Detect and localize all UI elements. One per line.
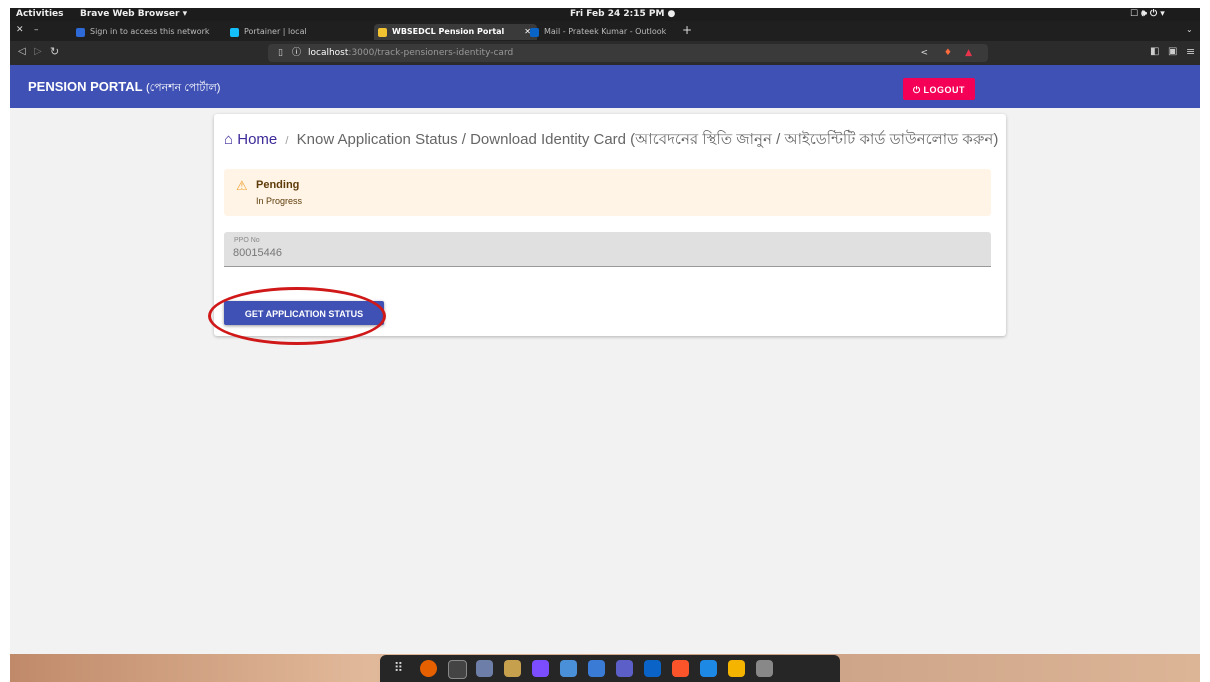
status-alert: ⚠ Pending In Progress: [224, 169, 991, 216]
sidebar-toggle-icon[interactable]: ◧: [1150, 46, 1159, 57]
brave-rewards-icon[interactable]: ▲: [965, 44, 972, 62]
tab-sign-in[interactable]: Sign in to access this network: [72, 24, 240, 40]
site-info-icon[interactable]: ⓘ: [292, 44, 301, 62]
clock[interactable]: Fri Feb 24 2:15 PM ●: [570, 8, 675, 21]
breadcrumb-home-link[interactable]: Home: [237, 131, 277, 148]
warning-icon: ⚠: [236, 178, 248, 193]
brand-title: PENSION PORTAL (পেনশন পোর্টাল): [28, 79, 221, 94]
software-icon[interactable]: [504, 660, 521, 677]
browser-tab-strip: ✕ – Sign in to access this network Porta…: [10, 21, 1200, 41]
trash-icon[interactable]: [756, 660, 773, 677]
system-top-bar: Activities Brave Web Browser ▾ Fri Feb 2…: [10, 8, 1200, 21]
portainer-favicon-icon: [230, 28, 239, 37]
vscode-icon[interactable]: [700, 660, 717, 677]
wallet-icon[interactable]: ▣: [1168, 46, 1177, 57]
ppo-number-field: PPO No: [224, 232, 991, 267]
ppo-input[interactable]: [233, 247, 533, 259]
minimize-window-icon[interactable]: –: [34, 25, 39, 35]
alert-title: Pending: [256, 179, 300, 191]
tab-list-chevron-icon[interactable]: ⌄: [1186, 25, 1193, 34]
files-icon[interactable]: [476, 660, 493, 677]
system-tray[interactable]: ☐ 🕪 ⏻ ▾: [1130, 8, 1165, 21]
highlight-circle-annotation: [208, 287, 386, 345]
app-menu[interactable]: Brave Web Browser ▾: [80, 8, 187, 21]
tab-outlook[interactable]: Mail - Prateek Kumar - Outlook: [526, 24, 694, 40]
logout-button[interactable]: ⏻ LOGOUT: [903, 78, 975, 100]
file-manager-icon[interactable]: [560, 660, 577, 677]
outlook-favicon-icon: [530, 28, 539, 37]
outlook-icon[interactable]: [644, 660, 661, 677]
network-favicon-icon: [76, 28, 85, 37]
firefox-icon[interactable]: [420, 660, 437, 677]
brave-icon[interactable]: [672, 660, 689, 677]
reload-icon[interactable]: ↻: [50, 45, 59, 58]
new-tab-button[interactable]: +: [682, 23, 692, 37]
menu-icon[interactable]: ≡: [1186, 45, 1195, 58]
terminal-icon[interactable]: [448, 660, 467, 679]
address-bar[interactable]: ▯ ⓘ localhost:3000/track-pensioners-iden…: [268, 44, 988, 62]
breadcrumb-separator: /: [285, 135, 289, 147]
close-window-icon[interactable]: ✕: [16, 25, 24, 35]
app-grid-icon[interactable]: ⠿: [390, 660, 407, 677]
dock: ⠿: [380, 655, 840, 682]
breadcrumb: ⌂ Home / Know Application Status / Downl…: [224, 128, 998, 153]
brave-shields-icon[interactable]: ♦: [944, 44, 952, 62]
tab-pension-portal[interactable]: WBSEDCL Pension Portal ✕: [374, 24, 537, 40]
app-header: PENSION PORTAL (পেনশন পোর্টাল) ⏻ LOGOUT: [10, 65, 1200, 108]
teams-icon[interactable]: [616, 660, 633, 677]
tab-portainer[interactable]: Portainer | local: [226, 24, 394, 40]
activities-button[interactable]: Activities: [16, 8, 64, 21]
share-icon[interactable]: <: [920, 44, 928, 62]
editor-icon[interactable]: [532, 660, 549, 677]
browser-toolbar: ◁ ▷ ↻ ▯ ⓘ localhost:3000/track-pensioner…: [10, 41, 1200, 65]
folder-icon[interactable]: [728, 660, 745, 677]
home-icon[interactable]: ⌂: [224, 131, 233, 148]
bookmark-icon[interactable]: ▯: [278, 44, 283, 62]
screenshot-icon[interactable]: [588, 660, 605, 677]
back-icon[interactable]: ◁: [18, 46, 26, 57]
wbsedcl-favicon-icon: [378, 28, 387, 37]
breadcrumb-current: Know Application Status / Download Ident…: [296, 131, 999, 148]
forward-icon[interactable]: ▷: [34, 46, 42, 57]
ppo-label: PPO No: [234, 237, 260, 244]
alert-message: In Progress: [256, 196, 303, 206]
